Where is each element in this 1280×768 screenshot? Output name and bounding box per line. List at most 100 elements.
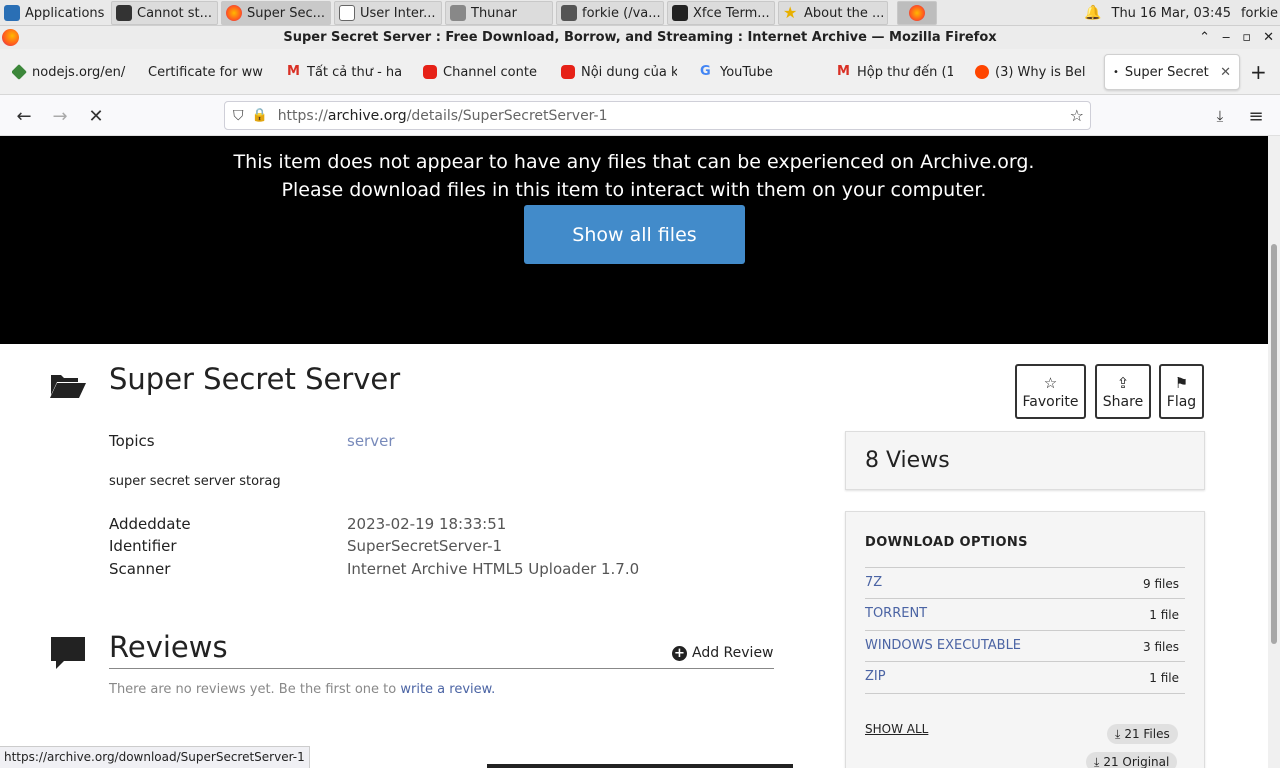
taskbar-window-github[interactable]: Cannot st... (111, 1, 218, 25)
window-close-button[interactable]: ✕ (1263, 26, 1274, 49)
taskbar-window-firefox-2[interactable] (897, 1, 937, 25)
bookmark-gmail-inbox[interactable]: M Hộp thư đến (1 (837, 49, 953, 95)
bookmark-label: Channel conte (443, 64, 537, 80)
stop-button[interactable]: ✕ (82, 103, 110, 129)
flag-button[interactable]: ⚑ Flag (1159, 364, 1204, 419)
shield-icon[interactable]: ⛉ (233, 108, 244, 124)
theater-message-line2: Please download files in this item to in… (281, 179, 987, 201)
navigation-toolbar: ← → ✕ ⛉ 🔒 https://archive.org/details/Su… (0, 95, 1280, 136)
metadata-key: Scanner (109, 560, 171, 578)
lock-icon[interactable]: 🔒 (252, 108, 268, 123)
download-icon: ⤓ (1216, 107, 1224, 125)
download-file-count: 9 files (1143, 577, 1179, 591)
editor-icon (561, 5, 577, 21)
views-count: 8 Views (845, 431, 1205, 490)
tab-close-icon[interactable]: ✕ (1220, 65, 1231, 80)
arrow-right-icon: → (52, 105, 68, 127)
reviews-divider (109, 668, 774, 669)
forward-button[interactable]: → (46, 103, 74, 129)
gmail-icon: M (287, 64, 300, 79)
taskbar-window-user-interface[interactable]: User Inter... (334, 1, 442, 25)
taskbar-window-thunar[interactable]: Thunar (445, 1, 553, 25)
download-file-count: 1 file (1149, 671, 1179, 685)
bookmark-youtube[interactable]: G YouTube (700, 49, 790, 95)
bookmark-label: Certificate for ww (148, 64, 263, 80)
taskbar-window-forkie[interactable]: forkie (/va... (556, 1, 664, 25)
download-option-row: WINDOWS EXECUTABLE 3 files (865, 630, 1185, 661)
window-shade-button[interactable]: ⌃ (1199, 26, 1210, 49)
metadata-value: SuperSecretServer-1 (347, 537, 503, 555)
write-review-link[interactable]: write a review. (400, 682, 495, 697)
tab-super-secret-server[interactable]: • Super Secret ✕ (1104, 54, 1240, 90)
bookmark-label: YouTube (720, 64, 773, 80)
menu-button[interactable]: ≡ (1242, 103, 1270, 129)
favorite-label: Favorite (1022, 393, 1079, 410)
metadata-value: 2023-02-19 18:33:51 (347, 515, 507, 533)
plus-circle-icon: + (672, 645, 687, 661)
scrollbar-thumb[interactable] (1271, 244, 1277, 644)
bookmark-label: (3) Why is Bel (995, 64, 1086, 80)
tab-bullet: • (1113, 66, 1119, 78)
bookmark-channel-content[interactable]: Channel conte (423, 49, 539, 95)
no-reviews-text: There are no reviews yet. Be the first o… (109, 682, 401, 697)
notification-bell-icon[interactable]: 🔔 (1084, 5, 1101, 21)
hamburger-menu-icon: ≡ (1248, 105, 1264, 127)
taskbar-label: Cannot st... (137, 5, 212, 21)
terminal-icon (672, 5, 688, 21)
folder-open-icon (50, 375, 86, 398)
bookmark-star-icon[interactable]: ☆ (1070, 106, 1084, 125)
download-file-count: 1 file (1149, 608, 1179, 622)
window-maximize-button[interactable]: ▫ (1242, 26, 1251, 49)
arrow-left-icon: ← (16, 105, 32, 127)
download-all-files-button[interactable]: ⤓ 21 Files (1107, 724, 1178, 744)
taskbar-label: Super Sec... (247, 5, 326, 21)
taskbar-label: forkie (/va... (582, 5, 661, 21)
download-format-link[interactable]: 7Z (865, 575, 882, 590)
favorite-button[interactable]: ☆ Favorite (1015, 364, 1086, 419)
add-review-button[interactable]: + Add Review (672, 645, 774, 661)
new-tab-button[interactable]: + (1250, 49, 1270, 95)
bottom-bar (487, 764, 793, 768)
share-icon: ⇪ (1116, 373, 1130, 392)
page-content: This item does not appear to have any fi… (0, 136, 1268, 768)
status-bar-url: https://archive.org/download/SuperSecret… (0, 746, 310, 768)
no-reviews-message: There are no reviews yet. Be the first o… (109, 682, 495, 697)
download-icon: ⤓ (1115, 726, 1121, 741)
show-all-files-button[interactable]: Show all files (524, 205, 745, 264)
window-minimize-button[interactable]: ‒ (1222, 26, 1230, 49)
download-options-panel: DOWNLOAD OPTIONS 7Z 9 files TORRENT 1 fi… (845, 511, 1205, 768)
download-option-row: ZIP 1 file (865, 661, 1185, 692)
user-name[interactable]: forkie (1241, 6, 1278, 21)
bookmark-reddit[interactable]: (3) Why is Bel (975, 49, 1091, 95)
bookmark-certificate[interactable]: Certificate for ww (148, 49, 264, 95)
taskbar-window-about[interactable]: ★ About the ... (778, 1, 888, 25)
back-button[interactable]: ← (10, 103, 38, 129)
firefox-icon (2, 29, 19, 46)
topic-link-server[interactable]: server (347, 432, 394, 450)
download-option-row: 7Z 9 files (865, 567, 1185, 598)
bookmark-nodejs[interactable]: nodejs.org/en/ (12, 49, 128, 95)
theater-message-line1: This item does not appear to have any fi… (233, 151, 1035, 173)
page-scrollbar[interactable] (1268, 136, 1280, 768)
flag-icon: ⚑ (1174, 373, 1189, 392)
clock[interactable]: Thu 16 Mar, 03:45 (1112, 6, 1231, 21)
taskbar-label: About the ... (804, 5, 885, 21)
taskbar-window-terminal[interactable]: Xfce Term... (667, 1, 775, 25)
downloads-button[interactable]: ⤓ (1206, 103, 1234, 129)
download-format-link[interactable]: TORRENT (865, 606, 927, 621)
url-bar[interactable]: ⛉ 🔒 https://archive.org/details/SuperSec… (224, 101, 1091, 130)
show-all-link[interactable]: SHOW ALL (865, 722, 928, 736)
reviews-heading: Reviews (109, 630, 228, 664)
share-button[interactable]: ⇪ Share (1095, 364, 1151, 419)
taskbar-window-firefox[interactable]: Super Sec... (221, 1, 331, 25)
bookmark-label: Tất cả thư - ha (307, 64, 401, 80)
applications-menu[interactable]: Applications (0, 1, 108, 25)
download-original-button[interactable]: ⤓ 21 Original (1086, 752, 1178, 768)
download-format-link[interactable]: WINDOWS EXECUTABLE (865, 638, 1021, 653)
bookmark-gmail-all[interactable]: M Tất cả thư - ha (287, 49, 401, 95)
google-icon: G (700, 64, 711, 79)
download-format-link[interactable]: ZIP (865, 669, 886, 684)
window-icon (339, 5, 355, 21)
bookmark-youtube-content[interactable]: Nội dung của k (561, 49, 677, 95)
tab-label: Super Secret (1124, 64, 1209, 80)
